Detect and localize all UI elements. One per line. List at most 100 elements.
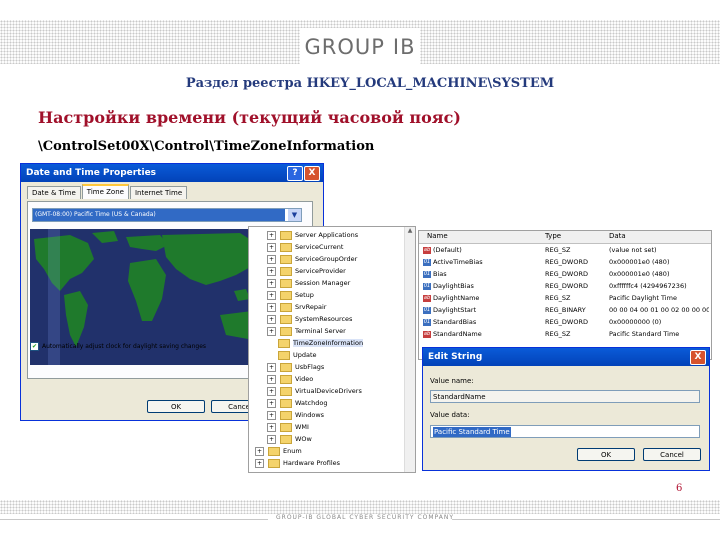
table-row[interactable]: ab StandardName REG_SZ Pacific Standard T… <box>419 329 711 341</box>
tree-item[interactable]: + SrvRepair <box>267 301 326 313</box>
timezone-value: (GMT-08:00) Pacific Time (US & Canada) <box>33 209 285 221</box>
tree-item[interactable]: + Setup <box>267 289 314 301</box>
edit-titlebar[interactable]: Edit String X <box>423 348 709 366</box>
folder-icon <box>280 278 292 288</box>
folder-icon <box>280 326 292 336</box>
tree-item[interactable]: + ServiceGroupOrder <box>267 253 357 265</box>
chevron-down-icon[interactable]: ▼ <box>288 209 301 221</box>
tree-item[interactable]: + VirtualDeviceDrivers <box>267 385 362 397</box>
timezone-select[interactable]: (GMT-08:00) Pacific Time (US & Canada) ▼ <box>32 208 302 222</box>
expand-icon[interactable]: + <box>267 434 276 444</box>
folder-icon <box>280 386 292 396</box>
footer-text: GROUP-IB GLOBAL CYBER SECURITY COMPANY <box>276 514 455 521</box>
binary-value-icon: 01 <box>423 306 431 314</box>
string-value-icon: ab <box>423 246 431 254</box>
tree-scrollbar[interactable]: ▲ <box>404 227 415 472</box>
expand-icon[interactable]: + <box>267 386 276 396</box>
expand-icon[interactable]: + <box>267 266 276 276</box>
tree-item[interactable]: + Video <box>267 373 313 385</box>
slide-subtitle: Раздел реестра HKEY_LOCAL_MACHINE\SYSTEM <box>185 76 555 91</box>
tree-item[interactable]: + Terminal Server <box>267 325 346 337</box>
expand-icon[interactable]: + <box>267 374 276 384</box>
tab-date-time[interactable]: Date & Time <box>27 186 81 199</box>
folder-icon <box>268 446 280 456</box>
tree-item[interactable]: + Watchdog <box>267 397 327 409</box>
expand-icon[interactable]: + <box>267 302 276 312</box>
tree-item[interactable]: + UsbFlags <box>267 361 324 373</box>
tree-item[interactable]: + ServiceProvider <box>267 265 346 277</box>
tab-time-zone[interactable]: Time Zone <box>81 184 129 199</box>
folder-icon <box>280 434 292 444</box>
close-button[interactable]: X <box>690 350 706 365</box>
auto-adjust-label: Automatically adjust clock for daylight … <box>42 343 207 350</box>
tab-internet-time[interactable]: Internet Time <box>129 186 188 199</box>
binary-value-icon: 01 <box>423 318 431 326</box>
expand-icon[interactable]: + <box>267 362 276 372</box>
folder-icon <box>280 230 292 240</box>
table-row[interactable]: 01 Bias REG_DWORD 0x000001e0 (480) <box>419 269 711 281</box>
edit-title: Edit String <box>428 352 483 362</box>
footer-pattern <box>0 500 720 514</box>
table-row[interactable]: 01 DaylightStart REG_BINARY 00 00 04 00 0… <box>419 305 711 317</box>
expand-icon[interactable]: + <box>267 230 276 240</box>
expand-icon[interactable]: + <box>255 446 264 456</box>
table-row[interactable]: 01 ActiveTimeBias REG_DWORD 0x000001e0 (4… <box>419 257 711 269</box>
folder-icon <box>280 422 292 432</box>
expand-icon[interactable]: + <box>255 458 264 468</box>
expand-icon[interactable]: + <box>267 254 276 264</box>
folder-icon <box>278 350 290 360</box>
registry-values-list: Name Type Data ab (Default) REG_SZ (value… <box>418 230 712 360</box>
string-value-icon: ab <box>423 330 431 338</box>
dtp-title: Date and Time Properties <box>26 168 157 178</box>
tree-item[interactable]: + Session Manager <box>267 277 350 289</box>
auto-adjust-row[interactable]: ✔ Automatically adjust clock for dayligh… <box>30 342 206 351</box>
folder-icon <box>280 362 292 372</box>
col-data-header[interactable]: Data <box>609 232 626 240</box>
value-name-field[interactable]: StandardName <box>430 390 700 403</box>
table-row[interactable]: ab DaylightName REG_SZ Pacific Daylight T… <box>419 293 711 305</box>
logo-text-left: GROUP <box>304 35 385 59</box>
expand-icon[interactable]: + <box>267 422 276 432</box>
value-data-field[interactable]: Pacific Standard Time <box>430 425 700 438</box>
help-button[interactable]: ? <box>287 166 303 181</box>
expand-icon[interactable]: + <box>267 398 276 408</box>
open-folder-icon <box>278 338 290 348</box>
tree-item[interactable]: + Enum <box>255 445 302 457</box>
dtp-titlebar[interactable]: Date and Time Properties ? X <box>21 164 323 182</box>
tree-item[interactable]: + WMI <box>267 421 309 433</box>
expand-icon[interactable]: + <box>267 290 276 300</box>
value-data-text: Pacific Standard Time <box>433 427 511 437</box>
table-row[interactable]: 01 DaylightBias REG_DWORD 0xffffffc4 (429… <box>419 281 711 293</box>
table-row[interactable]: ab (Default) REG_SZ (value not set) <box>419 245 711 257</box>
values-header: Name Type Data <box>419 231 711 244</box>
expand-icon[interactable]: + <box>267 242 276 252</box>
string-value-icon: ab <box>423 294 431 302</box>
expand-icon[interactable]: + <box>267 410 276 420</box>
tree-item[interactable]: + SystemResources <box>267 313 352 325</box>
folder-icon <box>280 314 292 324</box>
tree-item[interactable]: + WOw <box>267 433 312 445</box>
edit-cancel-button[interactable]: Cancel <box>643 448 701 461</box>
expand-icon[interactable]: + <box>267 326 276 336</box>
value-name-label: Value name: <box>430 377 474 385</box>
close-button[interactable]: X <box>304 166 320 181</box>
auto-adjust-checkbox[interactable]: ✔ <box>30 342 39 351</box>
scroll-up-icon[interactable]: ▲ <box>405 227 415 234</box>
logo-text-right: IB <box>392 35 416 59</box>
tree-item[interactable]: + Windows <box>267 409 324 421</box>
tree-item[interactable]: + Server Applications <box>267 229 358 241</box>
tree-item-selected[interactable]: TimeZoneInformation <box>278 337 364 349</box>
expand-icon[interactable]: + <box>267 314 276 324</box>
col-type-header[interactable]: Type <box>545 232 561 240</box>
expand-icon[interactable]: + <box>267 278 276 288</box>
table-row[interactable]: 01 StandardBias REG_DWORD 0x00000000 (0) <box>419 317 711 329</box>
registry-tree: + Server Applications + ServiceCurrent + Se… <box>248 226 416 473</box>
edit-ok-button[interactable]: OK <box>577 448 635 461</box>
tree-item[interactable]: + ServiceCurrent <box>267 241 343 253</box>
tree-item[interactable]: + Hardware Profiles <box>255 457 340 469</box>
dtp-ok-button[interactable]: OK <box>147 400 205 413</box>
folder-icon <box>280 410 292 420</box>
col-name-header[interactable]: Name <box>427 232 448 240</box>
tree-item[interactable]: Update <box>278 349 317 361</box>
folder-icon <box>280 398 292 408</box>
